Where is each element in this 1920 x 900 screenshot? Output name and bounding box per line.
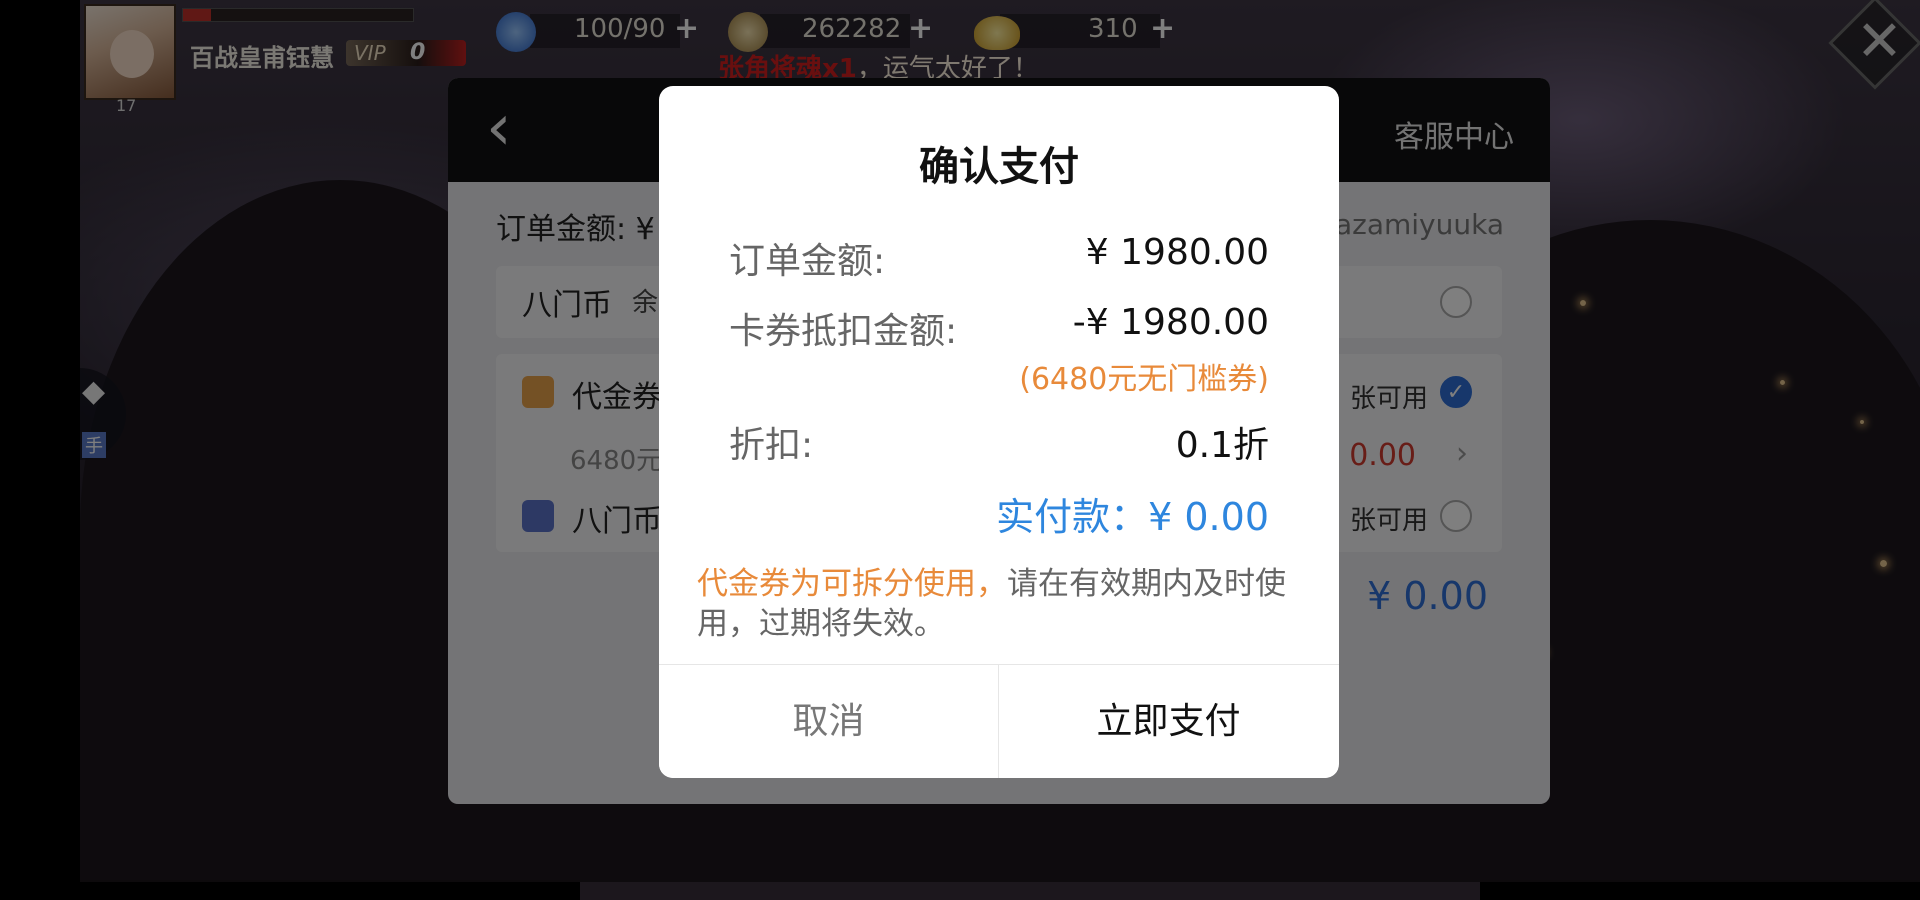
order-amount-value: ¥ 1980.00 — [1085, 232, 1269, 273]
order-amount-label: 订单金额: — [729, 241, 886, 282]
dialog-title: 确认支付 — [919, 144, 1079, 190]
confirm-payment-dialog: 确认支付 订单金额: ¥ 1980.00 卡券抵扣金额: -¥ 1980.00 … — [659, 86, 1339, 778]
coupon-note: (6480元无门槛券) — [1019, 362, 1269, 397]
cancel-button[interactable]: 取消 — [659, 665, 998, 778]
pay-now-button[interactable]: 立即支付 — [999, 665, 1338, 778]
coupon-deduct-value: -¥ 1980.00 — [1072, 302, 1269, 343]
voucher-tip: 代金券为可拆分使用，请在有效期内及时使用，过期将失效。 — [697, 564, 1307, 644]
discount-label: 折扣: — [729, 425, 814, 466]
actual-payment: 实付款：¥ 0.00 — [996, 495, 1269, 539]
coupon-deduct-label: 卡券抵扣金额: — [729, 311, 958, 352]
discount-value: 0.1折 — [1175, 425, 1269, 466]
voucher-tip-highlight: 代金券为可拆分使用， — [697, 566, 1007, 602]
